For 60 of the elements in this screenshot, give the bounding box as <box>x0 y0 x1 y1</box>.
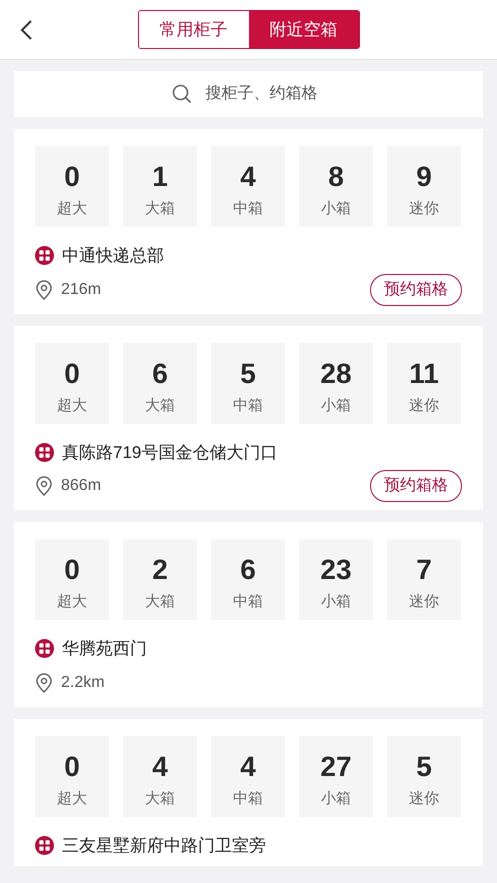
box-count: 0 <box>64 160 80 194</box>
grid-logo-icon <box>35 639 54 658</box>
locker-name: 三友星墅新府中路门卫室旁 <box>62 834 266 856</box>
box-count: 5 <box>240 356 256 390</box>
box-count: 5 <box>416 750 432 784</box>
locker-name: 中通快递总部 <box>62 245 164 267</box>
box-size: 中箱 <box>233 396 263 416</box>
box-size: 小箱 <box>321 396 351 416</box>
box-size: 超大 <box>57 396 87 416</box>
box-size: 迷你 <box>409 396 439 416</box>
box-size: 迷你 <box>409 592 439 612</box>
box-size: 小箱 <box>321 199 351 219</box>
back-icon[interactable] <box>19 19 33 41</box>
location-pin-icon <box>35 476 53 496</box>
box-count: 11 <box>409 356 439 390</box>
box-size: 超大 <box>57 788 87 808</box>
box-size: 超大 <box>57 199 87 219</box>
box-count: 23 <box>320 553 352 587</box>
box-size: 小箱 <box>321 788 351 808</box>
box-count: 0 <box>64 356 80 390</box>
tab[interactable]: 附近空箱 <box>248 11 358 48</box>
location-pin-icon <box>35 672 53 692</box>
box-size: 迷你 <box>409 788 439 808</box>
locker-name: 真陈路719号国金仓储大门口 <box>62 442 278 464</box>
box-size: 迷你 <box>409 199 439 219</box>
distance: 2.2km <box>61 672 105 692</box>
box-size: 中箱 <box>233 788 263 808</box>
box-count: 6 <box>240 553 256 587</box>
box-count: 9 <box>416 160 432 194</box>
grid-logo-icon <box>35 246 54 266</box>
box-count: 27 <box>320 750 352 784</box>
box-count: 28 <box>320 356 352 390</box>
box-count: 1 <box>152 160 168 194</box>
box-size: 大箱 <box>145 788 175 808</box>
box-count: 4 <box>240 160 256 194</box>
grid-logo-icon <box>35 836 54 855</box>
box-size: 中箱 <box>233 592 263 612</box>
distance: 866m <box>61 476 102 496</box>
box-size: 中箱 <box>233 199 263 219</box>
location-pin-icon <box>35 280 53 300</box>
box-size: 大箱 <box>145 592 175 612</box>
box-size: 大箱 <box>145 396 175 416</box>
box-size: 小箱 <box>321 592 351 612</box>
box-count: 8 <box>328 160 344 194</box>
reserve-button[interactable]: 预约箱格 <box>370 274 462 306</box>
box-size: 大箱 <box>145 199 175 219</box>
locker-name: 华腾苑西门 <box>62 638 147 660</box>
reserve-button[interactable]: 预约箱格 <box>370 470 462 502</box>
box-count: 6 <box>152 356 168 390</box>
box-count: 0 <box>64 750 80 784</box>
box-size: 超大 <box>57 592 87 612</box>
box-count: 4 <box>240 750 256 784</box>
grid-logo-icon <box>35 442 54 462</box>
search-icon <box>172 84 192 104</box>
distance: 216m <box>61 280 102 300</box>
box-count: 4 <box>152 750 168 784</box>
box-count: 7 <box>416 553 432 587</box>
search-field[interactable]: 搜柜子、约箱格 <box>14 71 483 117</box>
box-count: 0 <box>64 553 80 587</box>
box-count: 2 <box>152 553 168 587</box>
